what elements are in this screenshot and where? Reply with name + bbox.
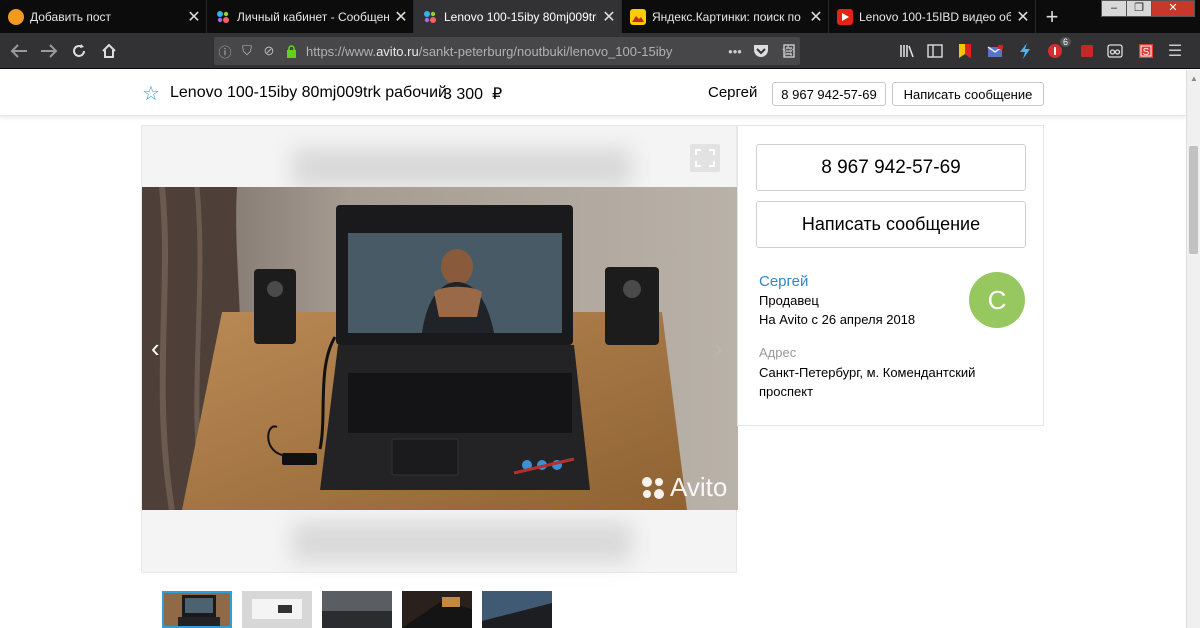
address-bar[interactable]: ⓘ ⛉ ⊘ https://www.avito.ru/sankt-peterbu…	[214, 37, 800, 65]
listing-title: Lenovo 100-15iby 80mj009trk рабочий	[170, 84, 447, 101]
close-icon[interactable]: ✕	[389, 7, 413, 27]
address-label: Адрес	[759, 345, 797, 360]
home-button[interactable]	[96, 39, 122, 63]
mail-extension-icon[interactable]	[986, 42, 1004, 60]
favorite-star-icon[interactable]: ☆	[142, 81, 160, 106]
close-icon[interactable]: ✕	[804, 7, 828, 27]
address-value: Санкт-Петербург, м. Комендантский проспе…	[759, 365, 976, 399]
sidebar-icon[interactable]	[926, 42, 944, 60]
write-message-button[interactable]: Написать сообщение	[756, 201, 1026, 248]
prev-photo-arrow[interactable]: ‹	[151, 333, 160, 364]
show-phone-button[interactable]: 8 967 942-57-69	[756, 144, 1026, 191]
page-scrollbar[interactable]: ▲	[1186, 70, 1200, 628]
browser-nav-bar: ⓘ ⛉ ⊘ https://www.avito.ru/sankt-peterbu…	[0, 33, 1200, 69]
phone-button-small[interactable]: 8 967 942-57-69	[772, 82, 886, 106]
fullscreen-button[interactable]	[690, 144, 720, 172]
photo-gallery: ‹ › Avito	[141, 125, 738, 573]
close-icon[interactable]: ✕	[182, 7, 206, 27]
avito-dots-icon	[422, 9, 438, 25]
contact-panel: 8 967 942-57-69 Написать сообщение Серге…	[737, 125, 1044, 426]
url-text[interactable]: https://www.avito.ru/sankt-peterburg/nou…	[302, 44, 778, 59]
maximize-button[interactable]: ❐	[1126, 0, 1152, 17]
seller-avatar[interactable]: С	[969, 272, 1025, 328]
bookmark-extension-icon[interactable]	[956, 42, 974, 60]
write-message-button-small[interactable]: Написать сообщение	[892, 82, 1044, 106]
permissions-icon[interactable]: ⊘	[258, 37, 280, 65]
extension-badge: 6	[1060, 37, 1072, 47]
page-content: ☆ Lenovo 100-15iby 80mj009trk рабочий 3 …	[0, 70, 1186, 628]
main-photo[interactable]	[142, 187, 738, 510]
tab-yandex-images[interactable]: Яндекс.Картинки: поиск по ка ✕	[622, 0, 829, 33]
forward-button[interactable]	[36, 39, 62, 63]
info-icon[interactable]: ⓘ	[214, 37, 236, 65]
tab-account[interactable]: Личный кабинет - Сообщени ✕	[207, 0, 414, 33]
avito-dots-icon	[642, 476, 664, 499]
listing-price: 3 300 ₽	[443, 86, 503, 103]
back-button[interactable]	[6, 39, 32, 63]
lock-icon[interactable]	[280, 37, 302, 65]
pocket-icon[interactable]	[752, 42, 770, 60]
new-tab-button[interactable]: +	[1036, 0, 1068, 33]
tab-youtube-review[interactable]: Lenovo 100-15IBD видео обзор ✕	[829, 0, 1036, 33]
shield-icon[interactable]: ⛉	[236, 37, 258, 65]
thumbnail[interactable]	[402, 591, 472, 628]
avito-watermark: Avito	[640, 472, 727, 503]
browser-tab-bar: Добавить пост ✕ Личный кабинет - Сообщен…	[0, 0, 1200, 33]
close-icon[interactable]: ✕	[597, 7, 621, 27]
lightning-extension-icon[interactable]	[1016, 42, 1034, 60]
thumbnail[interactable]	[162, 591, 232, 628]
fullscreen-icon	[695, 149, 715, 167]
seller-name-link[interactable]: Сергей	[759, 273, 808, 290]
close-icon[interactable]: ✕	[1011, 7, 1035, 27]
thumbnail[interactable]	[482, 591, 552, 628]
tab-add-post[interactable]: Добавить пост ✕	[0, 0, 207, 33]
svg-text:S: S	[1143, 47, 1150, 58]
reload-icon	[73, 44, 85, 57]
more-actions-icon[interactable]: •••	[726, 42, 744, 60]
arrow-left-icon	[10, 44, 27, 58]
arrow-right-icon	[41, 44, 58, 58]
laptop-photo-image	[142, 187, 738, 510]
thumbnail[interactable]	[242, 591, 312, 628]
seller-since: На Avito с 26 апреля 2018	[759, 312, 916, 327]
s-extension-icon[interactable]: S	[1137, 42, 1155, 60]
sticky-listing-header: ☆ Lenovo 100-15iby 80mj009trk рабочий 3 …	[0, 70, 1186, 116]
tab-lenovo-listing[interactable]: Lenovo 100-15iby 80mj009trk р ✕	[414, 0, 622, 33]
home-icon	[102, 43, 116, 58]
blurred-photo-bottom	[292, 522, 632, 562]
thumbnail[interactable]	[322, 591, 392, 628]
youtube-icon	[837, 8, 853, 25]
seller-name-header[interactable]: Сергей	[708, 84, 757, 101]
minimize-button[interactable]: –	[1101, 0, 1127, 17]
bookmark-star-icon[interactable]: ☆	[779, 42, 797, 60]
currency-sign: ₽	[491, 86, 503, 103]
seller-role: Продавец	[759, 293, 819, 308]
menu-icon[interactable]: ☰	[1166, 42, 1184, 60]
avito-dots-icon	[215, 9, 231, 25]
next-photo-arrow[interactable]: ›	[714, 333, 723, 364]
scrollbar-thumb[interactable]	[1189, 146, 1198, 254]
red-extension-icon[interactable]	[1078, 42, 1096, 60]
orange-circle-icon	[8, 8, 24, 25]
window-close-button[interactable]: ✕	[1151, 0, 1195, 17]
reload-button[interactable]	[66, 39, 92, 63]
glasses-extension-icon[interactable]	[1106, 42, 1124, 60]
library-icon[interactable]	[898, 42, 916, 60]
window-controls: – ❐ ✕	[1101, 0, 1195, 18]
yandex-images-icon	[630, 8, 646, 25]
blurred-photo-top	[292, 148, 632, 188]
scroll-up-arrow-icon[interactable]: ▲	[1190, 74, 1198, 83]
